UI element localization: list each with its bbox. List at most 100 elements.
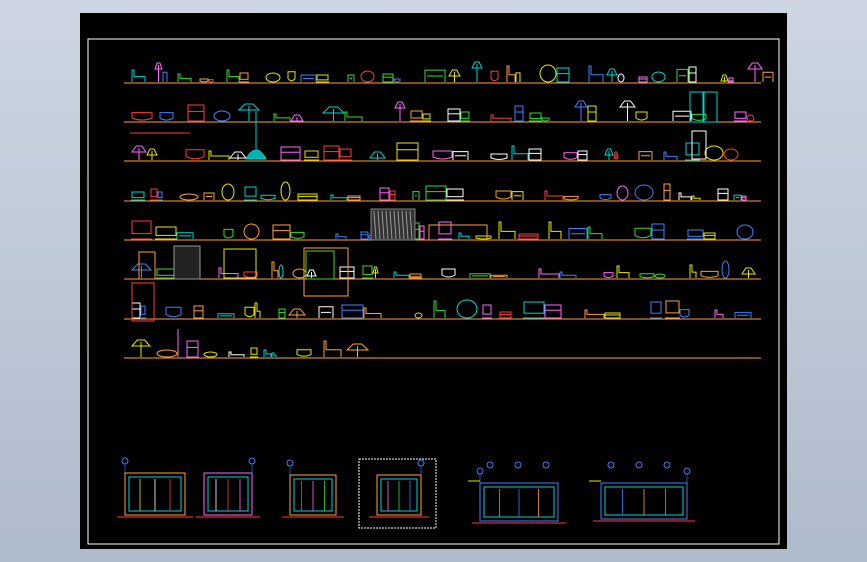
furniture-symbol[interactable] [563,150,588,161]
furniture-symbol[interactable] [185,149,205,160]
furniture-symbol[interactable] [323,340,342,357]
furniture-symbol[interactable] [490,153,508,160]
furniture-symbol[interactable] [548,221,562,239]
furniture-symbol[interactable] [130,263,153,278]
furniture-symbol[interactable] [700,270,719,278]
furniture-symbol[interactable] [177,73,192,82]
furniture-symbol[interactable] [734,111,755,122]
furniture-symbol[interactable] [382,73,401,83]
furniture-symbol[interactable] [159,112,174,121]
furniture-symbol[interactable] [619,100,648,121]
furniture-symbol[interactable] [424,69,446,82]
furniture-symbol[interactable] [634,184,654,201]
furniture-symbol[interactable] [244,302,261,318]
furniture-symbol[interactable] [280,181,291,201]
furniture-symbol[interactable] [650,301,662,319]
furniture-symbol[interactable] [544,190,579,201]
furniture-symbol[interactable] [323,145,352,161]
furniture-symbol[interactable] [260,194,276,201]
furniture-symbol[interactable] [736,224,754,240]
furniture-symbol[interactable] [639,273,666,279]
furniture-symbol[interactable] [511,145,542,161]
furniture-symbol[interactable] [704,145,739,161]
furniture-symbol[interactable] [514,105,524,122]
furniture-symbol[interactable] [318,306,334,318]
furniture-symbol[interactable] [616,185,629,201]
cad-drawing-canvas[interactable] [80,13,787,549]
cad-model-space[interactable] [80,13,787,549]
furniture-symbol[interactable] [741,267,756,278]
furniture-symbol[interactable] [347,74,355,82]
furniture-symbol[interactable] [414,312,423,319]
furniture-symbol[interactable] [203,192,215,200]
furniture-symbol[interactable] [733,194,747,201]
furniture-symbol[interactable] [448,69,461,82]
furniture-symbol[interactable] [604,148,619,160]
wardrobe-block[interactable] [173,224,488,297]
furniture-symbol[interactable] [394,101,406,121]
furniture-symbol[interactable] [475,235,492,240]
furniture-symbol[interactable] [335,233,347,239]
furniture-symbol[interactable] [584,309,621,319]
furniture-symbol[interactable] [330,194,361,201]
furniture-symbol[interactable] [213,110,231,122]
furniture-symbol[interactable] [273,113,304,122]
furniture-symbol[interactable] [634,223,665,240]
furniture-symbol[interactable] [599,194,612,201]
furniture-symbol[interactable] [208,150,248,160]
furniture-symbol[interactable] [226,69,249,83]
furniture-symbol[interactable] [131,302,146,319]
furniture-symbol[interactable] [287,308,307,318]
furniture-symbol[interactable] [498,221,516,239]
furniture-symbol[interactable] [360,70,375,83]
furniture-symbol[interactable] [482,304,492,319]
furniture-symbol[interactable] [341,304,382,319]
furniture-symbol[interactable] [734,311,752,318]
furniture-symbol[interactable] [410,110,431,122]
furniture-symbol[interactable] [296,349,312,357]
furniture-symbol[interactable] [523,301,562,319]
furniture-symbol[interactable] [506,65,521,82]
elevation-view[interactable] [196,457,260,518]
furniture-symbol[interactable] [447,108,470,122]
furniture-symbol[interactable] [663,183,671,201]
furniture-symbol[interactable] [538,268,577,278]
furniture-symbol[interactable] [379,187,396,201]
furniture-symbol[interactable] [665,300,690,319]
furniture-symbol[interactable] [223,228,234,239]
furniture-symbol[interactable] [638,151,653,160]
furniture-symbol[interactable] [221,183,235,201]
furniture-symbol[interactable] [179,193,199,201]
furniture-symbol[interactable] [345,343,370,357]
furniture-symbol[interactable] [458,232,470,239]
furniture-symbol[interactable] [265,72,281,83]
furniture-symbol[interactable] [131,112,153,121]
furniture-symbol[interactable] [687,229,716,240]
furniture-symbol[interactable] [156,349,178,358]
furniture-symbol[interactable] [432,150,469,160]
furniture-symbol[interactable] [678,192,701,200]
furniture-symbol[interactable] [250,347,258,358]
furniture-symbol[interactable] [433,300,446,318]
furniture-symbol[interactable] [339,266,355,279]
furniture-symbol[interactable] [490,114,512,121]
elevation-view[interactable] [358,458,437,529]
furniture-symbol[interactable] [131,191,145,201]
furniture-symbol[interactable] [717,188,729,201]
furniture-symbol[interactable] [568,226,603,239]
furniture-symbol[interactable] [203,351,218,358]
furniture-symbol[interactable] [396,142,419,161]
furniture-symbol[interactable] [588,65,604,82]
furniture-symbol[interactable] [518,233,539,240]
furniture-symbol[interactable] [297,193,318,201]
furniture-symbol[interactable] [280,146,301,161]
furniture-symbol[interactable] [304,150,319,161]
furniture-symbol[interactable] [499,311,512,319]
furniture-symbol[interactable] [155,226,194,240]
furniture-symbol[interactable] [676,66,697,83]
furniture-symbol[interactable] [186,340,199,358]
furniture-symbol[interactable] [369,151,386,160]
furniture-symbol[interactable] [490,70,499,82]
furniture-symbol[interactable] [606,68,625,83]
furniture-symbol[interactable] [412,191,420,200]
